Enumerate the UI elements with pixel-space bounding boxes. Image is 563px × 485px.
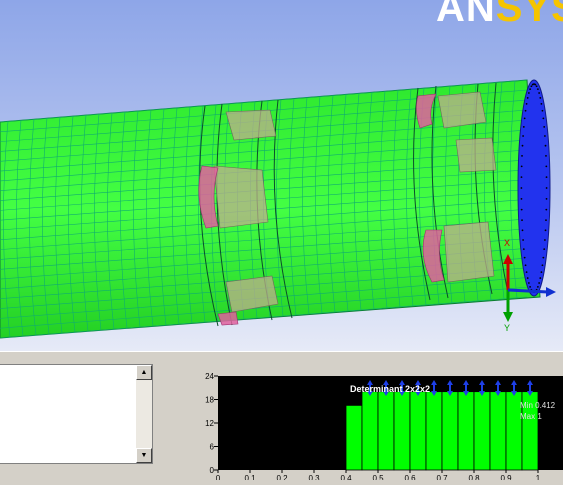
mesh-node	[545, 187, 548, 189]
x-tick-label: 0.9	[500, 474, 512, 480]
mesh-node	[520, 197, 523, 200]
mesh-node	[541, 264, 544, 267]
bottom-pane: ▲ ▼ 24 18 12 6 0 0 0.1 0.2 0.3 0.4 0.5 0.6 0.7 0.8 0.…	[0, 358, 563, 483]
mesh-node	[541, 109, 544, 112]
mesh-node	[522, 135, 524, 137]
x-tick-label: 0.4	[340, 474, 352, 480]
message-text-area[interactable]: ▲ ▼	[0, 364, 153, 464]
mesh-node	[527, 92, 530, 94]
ansys-logo: ANSYS	[436, 0, 563, 30]
mesh-node	[538, 92, 541, 94]
histogram-bar[interactable]	[489, 391, 507, 471]
x-tick-label: 0.5	[372, 474, 384, 480]
x-tick-label: 0.1	[244, 474, 256, 480]
mesh-node	[520, 176, 523, 179]
mesh-node	[545, 165, 548, 168]
histogram-bar[interactable]	[345, 404, 363, 471]
mesh-node	[521, 229, 524, 232]
vertical-scrollbar[interactable]: ▲ ▼	[136, 365, 152, 463]
mesh-node	[520, 187, 523, 189]
mesh-node	[540, 271, 543, 274]
mesh-node	[520, 208, 523, 211]
mesh-node	[523, 256, 526, 259]
mesh-node	[527, 282, 530, 284]
mesh-node	[536, 286, 539, 288]
mesh-node	[543, 125, 546, 128]
histogram-bar[interactable]	[377, 391, 395, 471]
mesh-node	[542, 117, 545, 120]
histogram-bar[interactable]	[441, 391, 459, 471]
mesh-model: X Y	[0, 79, 556, 339]
mesh-node	[524, 264, 527, 267]
mesh-node	[534, 83, 537, 86]
down-arrow-icon[interactable]: ▼	[136, 448, 152, 463]
y-tick-label: 6	[210, 443, 215, 452]
mesh-node	[535, 85, 538, 88]
mesh-node	[526, 97, 529, 99]
histogram-bar[interactable]	[457, 391, 475, 471]
histogram-bar[interactable]	[409, 391, 427, 471]
y-tick-label: 18	[205, 396, 214, 405]
histogram-title: Determinant 2x2x2	[350, 384, 430, 394]
histogram-bar[interactable]	[361, 391, 379, 471]
triad-x-label: X	[504, 238, 510, 248]
mesh-node	[522, 125, 525, 128]
mesh-node	[536, 88, 539, 90]
x-tick-label: 0	[216, 474, 221, 480]
x-tick-label: 1	[536, 474, 541, 480]
mesh-node	[530, 85, 533, 88]
mesh-node	[521, 154, 523, 157]
histogram-bar[interactable]	[425, 391, 443, 471]
mesh-node	[545, 208, 548, 211]
mesh-node	[545, 154, 547, 157]
mesh-node	[529, 88, 532, 90]
x-tick-label: 0.6	[404, 474, 416, 480]
mesh-node	[521, 144, 524, 147]
y-tick-label: 0	[210, 466, 215, 475]
y-tick-label: 24	[205, 372, 214, 381]
up-arrow-icon[interactable]: ▲	[136, 365, 152, 380]
mesh-node	[522, 248, 525, 251]
histogram-chart: 24 18 12 6 0 0 0.1 0.2 0.3 0.4 0.5 0.6 0.7 0.8 0.9 1 D…	[205, 372, 563, 483]
mesh-node	[539, 277, 542, 279]
mesh-node	[542, 256, 545, 259]
mesh-node	[543, 248, 546, 251]
y-tick-label: 12	[205, 419, 214, 428]
mesh-node	[521, 219, 523, 222]
histogram-max: Max 1	[520, 412, 542, 421]
histogram-bar[interactable]	[393, 391, 411, 471]
mesh-node	[525, 271, 528, 274]
x-tick-label: 0.8	[468, 474, 480, 480]
mesh-node	[544, 229, 547, 232]
cylinder-end-cap	[517, 79, 551, 297]
mesh-node	[545, 176, 548, 179]
x-tick-label: 0.3	[308, 474, 320, 480]
mesh-node	[526, 277, 529, 279]
mesh-node	[538, 282, 541, 284]
mesh-node	[525, 102, 528, 105]
mesh-metric-histogram: 24 18 12 6 0 0 0.1 0.2 0.3 0.4 0.5 0.6 0.7 0.8 0.9 1 D…	[190, 364, 563, 483]
mesh-node	[520, 165, 523, 168]
mesh-node	[540, 102, 543, 105]
histogram-bar[interactable]	[473, 391, 491, 471]
histogram-min: Min 0.412	[520, 401, 556, 410]
mesh-node	[524, 109, 527, 112]
mesh-node	[522, 239, 524, 241]
mesh-node	[545, 197, 548, 200]
mesh-node	[523, 117, 526, 120]
triad-y-label: Y	[504, 323, 510, 333]
mesh-node	[544, 135, 546, 137]
mesh-node	[544, 239, 546, 241]
mesh-node	[529, 286, 532, 288]
x-tick-label: 0.2	[276, 474, 288, 480]
mesh-node	[539, 97, 542, 99]
mesh-node	[545, 219, 547, 222]
mesh-node	[544, 144, 547, 147]
x-tick-label: 0.7	[436, 474, 448, 480]
graphics-viewport[interactable]: X Y ANSYS	[0, 0, 563, 351]
